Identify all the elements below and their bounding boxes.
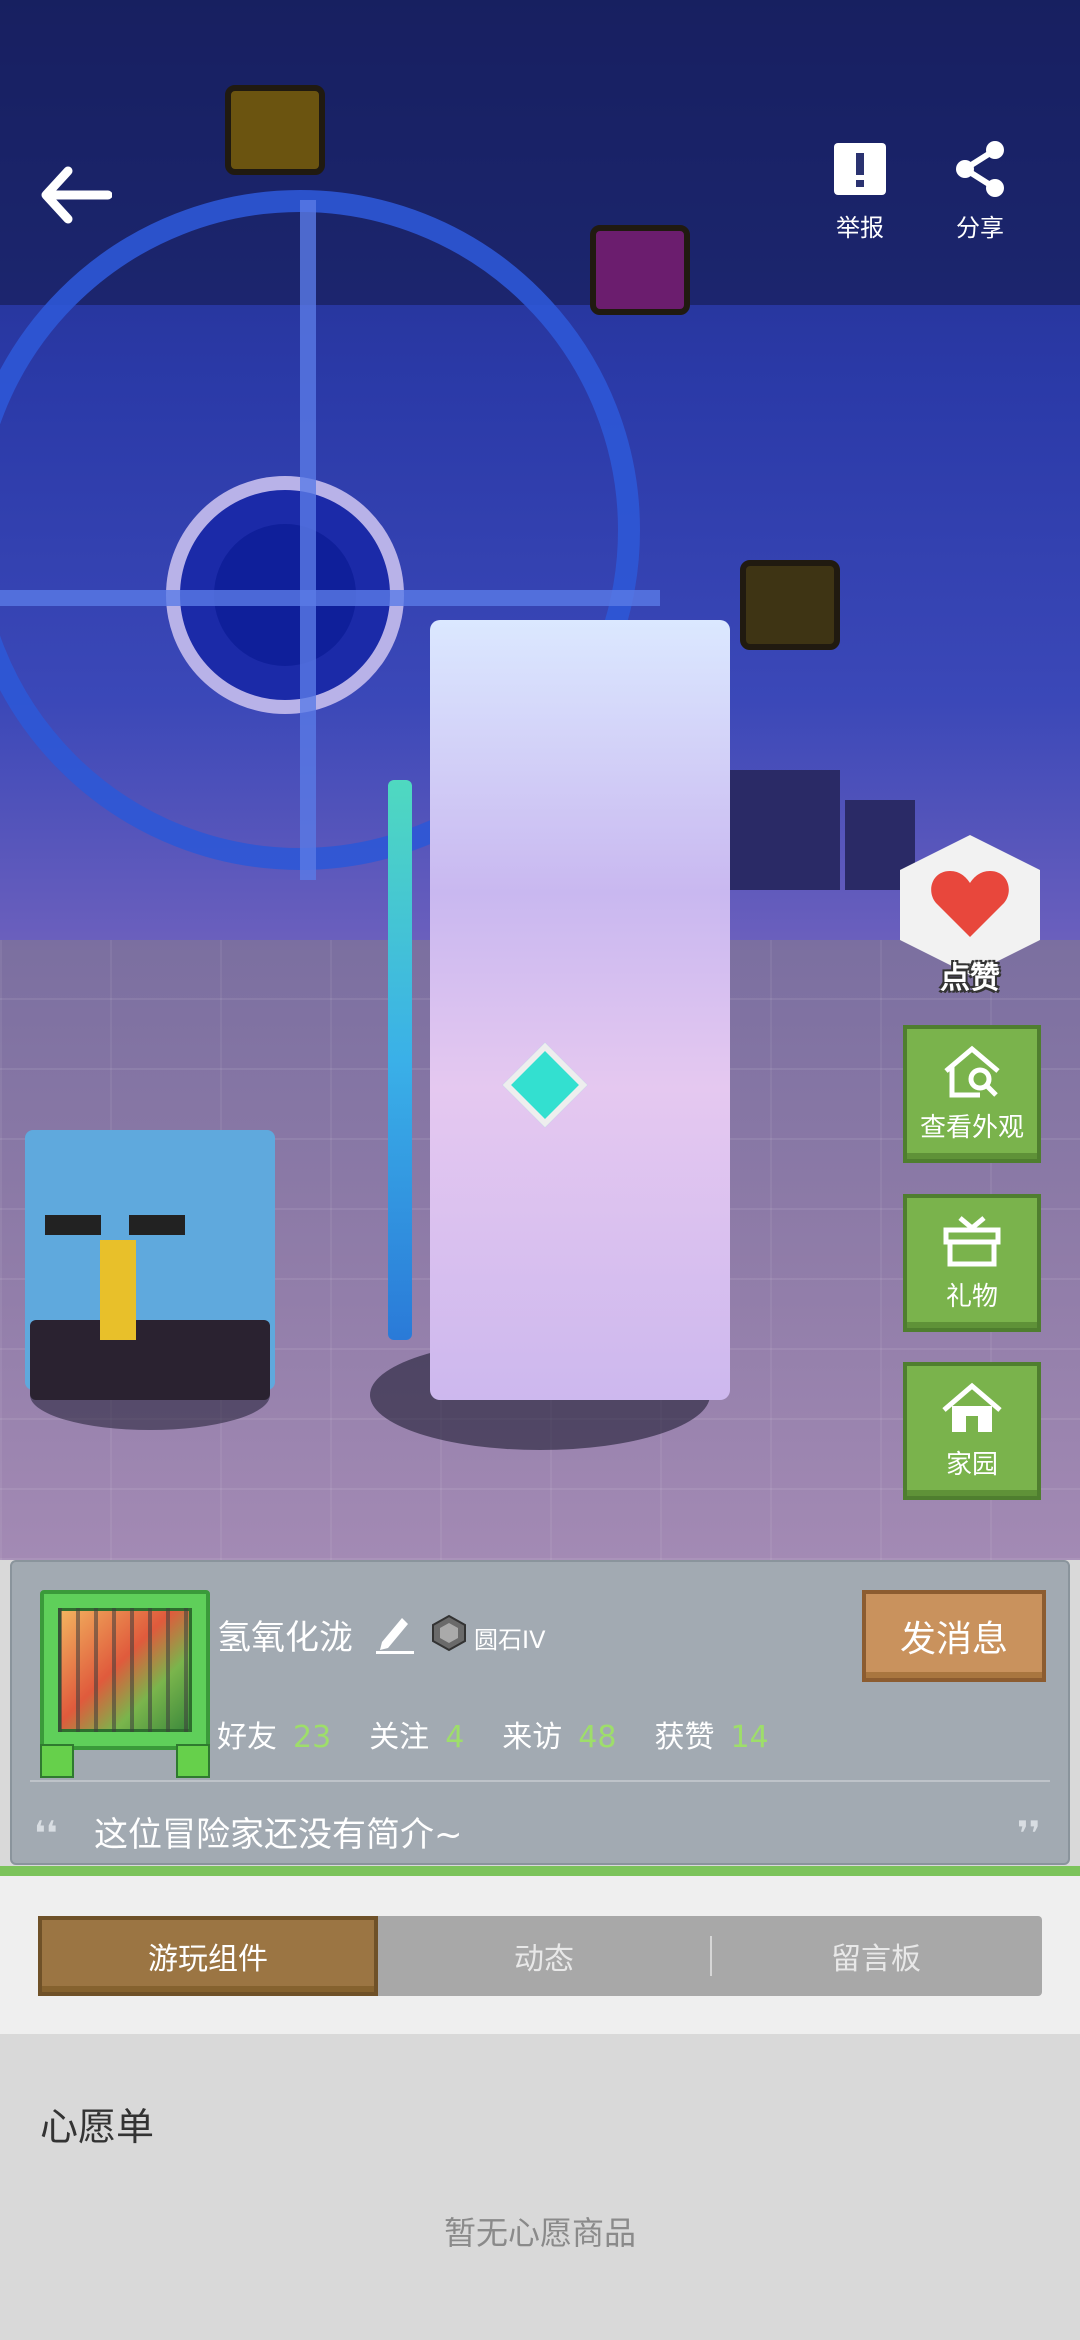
stat-label: 来访 xyxy=(502,1720,563,1755)
stat-value: 23 xyxy=(293,1720,332,1755)
pet-feet xyxy=(30,1320,270,1400)
gift-icon xyxy=(940,1216,1004,1272)
back-button[interactable] xyxy=(38,165,118,235)
open-quote-icon: ❛❛ xyxy=(34,1814,58,1854)
share-icon xyxy=(953,141,1007,202)
homestead-button[interactable]: 家园 xyxy=(903,1362,1041,1500)
homestead-label: 家园 xyxy=(945,1450,998,1480)
share-label: 分享 xyxy=(956,214,1004,242)
home-icon xyxy=(940,1382,1004,1440)
tab-separator xyxy=(710,1936,712,1976)
edit-name-icon[interactable] xyxy=(374,1612,416,1658)
like-button[interactable]: 点赞 xyxy=(900,835,1040,996)
profile-card: 氢氧化泷 圆石IV 好友 23 关注 4 来访 48 获赞 14 发消息 ❛❛ 这位冒险… xyxy=(10,1560,1070,1865)
stat-value: 48 xyxy=(578,1720,617,1755)
report-label: 举报 xyxy=(836,214,884,242)
card-divider xyxy=(30,1780,1050,1782)
stat-value: 14 xyxy=(730,1720,769,1755)
creeper-badge-icon xyxy=(176,1744,210,1778)
profile-stats: 好友 23 关注 4 来访 48 获赞 14 xyxy=(217,1712,807,1756)
share-button[interactable]: 分享 xyxy=(930,140,1030,243)
player-character xyxy=(430,620,730,1400)
report-icon xyxy=(831,143,889,202)
close-quote-icon: ❜❜ xyxy=(1017,1814,1041,1854)
top-bar: 举报 分享 xyxy=(0,140,1080,260)
stat-label: 获赞 xyxy=(654,1720,715,1755)
rank-label: 圆石IV xyxy=(474,1626,546,1654)
castle-silhouette xyxy=(730,770,840,890)
username: 氢氧化泷 xyxy=(217,1618,353,1658)
report-button[interactable]: 举报 xyxy=(810,140,910,243)
stat-value: 4 xyxy=(445,1720,465,1755)
ferris-wheel-spoke xyxy=(300,200,316,880)
house-search-icon xyxy=(940,1045,1004,1103)
tab-label: 动态 xyxy=(514,1942,574,1977)
tab-message-board[interactable]: 留言板 xyxy=(710,1916,1042,1996)
tab-bar: 游玩组件 动态 留言板 xyxy=(38,1916,1042,1996)
wishlist-title: 心愿单 xyxy=(40,2105,155,2149)
stat-likes[interactable]: 获赞 14 xyxy=(654,1712,768,1756)
tab-feed[interactable]: 动态 xyxy=(378,1916,710,1996)
ferris-wheel-spoke xyxy=(0,590,660,606)
heart-icon xyxy=(930,867,1010,943)
view-appearance-label: 查看外观 xyxy=(919,1113,1024,1143)
character-weapon xyxy=(388,780,412,1340)
rank-badge-icon xyxy=(430,1614,468,1652)
stat-friends[interactable]: 好友 23 xyxy=(217,1712,331,1756)
ferris-cabin-yellow xyxy=(740,560,840,650)
profile-bio: 这位冒险家还没有简介~ xyxy=(94,1815,463,1855)
arrow-left-icon xyxy=(38,166,113,229)
stat-label: 关注 xyxy=(369,1720,430,1755)
card-accent-line xyxy=(0,1866,1080,1876)
avatar[interactable] xyxy=(40,1590,210,1778)
pet-eyes xyxy=(45,1215,185,1235)
wishlist-empty-text: 暂无心愿商品 xyxy=(443,2214,636,2252)
send-message-button[interactable]: 发消息 xyxy=(862,1590,1046,1682)
avatar-cage-frame xyxy=(58,1608,192,1732)
gift-button[interactable]: 礼物 xyxy=(903,1194,1041,1332)
stat-visitors[interactable]: 来访 48 xyxy=(502,1712,616,1756)
stat-label: 好友 xyxy=(217,1720,277,1755)
creeper-badge-icon xyxy=(40,1744,74,1778)
tab-bar-container: 游玩组件 动态 留言板 xyxy=(0,1876,1080,2034)
tab-label: 留言板 xyxy=(831,1942,921,1977)
tab-play-components[interactable]: 游玩组件 xyxy=(38,1916,378,1996)
gift-label: 礼物 xyxy=(945,1282,998,1312)
like-label: 点赞 xyxy=(940,961,1000,996)
view-appearance-button[interactable]: 查看外观 xyxy=(903,1025,1041,1163)
stat-following[interactable]: 关注 4 xyxy=(369,1712,464,1756)
pet-tie xyxy=(100,1240,136,1340)
